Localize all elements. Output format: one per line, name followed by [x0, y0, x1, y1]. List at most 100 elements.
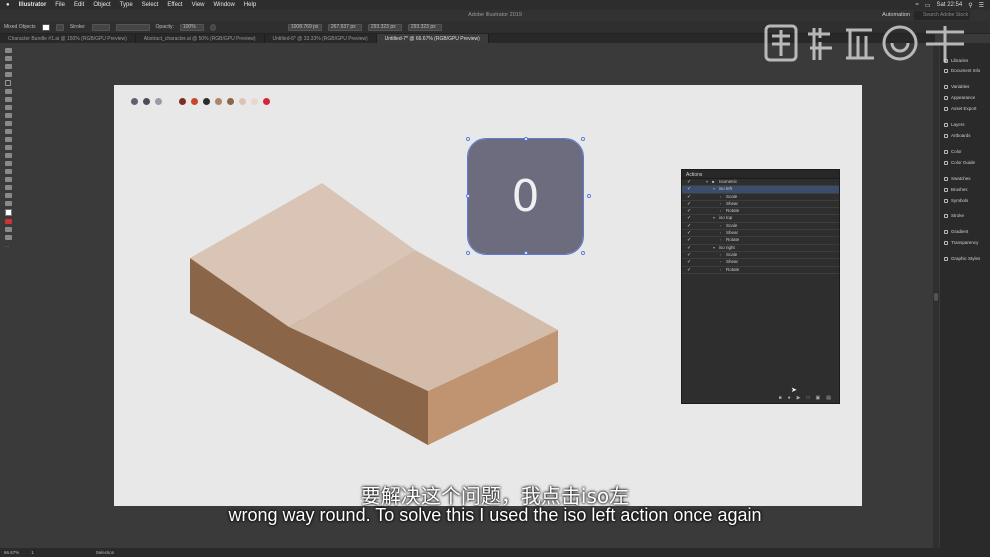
action-row-step[interactable]: ✓ › Scale [682, 252, 839, 260]
check-icon[interactable]: ✓ [687, 230, 691, 236]
disclosure-triangle-icon[interactable]: › [720, 252, 721, 258]
delete-icon[interactable]: ▤ [826, 395, 831, 401]
panel-stroke[interactable]: Stroke [944, 213, 964, 218]
artboard-navigator[interactable]: 1 [31, 550, 34, 555]
color-icon [944, 149, 948, 154]
action-row-step[interactable]: ✓ › Shear [682, 200, 839, 209]
selection-handle-bc[interactable] [524, 251, 528, 255]
panel-asset-export[interactable]: Asset Export [944, 106, 977, 111]
record-icon[interactable]: ● [788, 395, 791, 401]
actions-panel-title[interactable]: Actions [682, 170, 839, 179]
selection-handle-tr[interactable] [581, 137, 585, 141]
selection-handle-ml[interactable] [466, 194, 470, 198]
new-action-icon[interactable]: ▣ [816, 395, 821, 401]
action-label: iso right [719, 244, 735, 250]
check-icon[interactable]: ✓ [687, 179, 691, 185]
vertical-scrollbar[interactable] [933, 43, 939, 548]
panel-appearance[interactable]: Appearance [944, 95, 975, 100]
action-row-step[interactable]: ✓ › Shear [682, 230, 839, 238]
check-icon[interactable]: ✓ [687, 237, 691, 243]
disclosure-triangle-icon[interactable]: › [720, 208, 721, 214]
panel-layers[interactable]: Layers [944, 122, 965, 127]
action-row-step[interactable]: ✓ › Scale [682, 194, 839, 201]
stop-icon[interactable]: ■ [779, 395, 782, 401]
check-icon[interactable]: ✓ [687, 215, 691, 221]
swatches-icon [944, 176, 948, 181]
disclosure-triangle-icon[interactable]: ▾ [713, 186, 715, 192]
panel-color[interactable]: Color [944, 149, 962, 154]
panel-artboards[interactable]: Artboards [944, 133, 971, 138]
check-icon[interactable]: ✓ [687, 252, 691, 258]
action-row-set[interactable]: ✓ ▾ ■ Isometric [682, 179, 839, 187]
check-icon[interactable]: ✓ [687, 245, 691, 251]
action-label: Shear [726, 200, 739, 206]
panel-label: Color [951, 149, 962, 154]
check-icon[interactable]: ✓ [687, 208, 691, 214]
action-label: Shear [726, 230, 739, 236]
panel-label: Variables [951, 84, 970, 89]
disclosure-triangle-icon[interactable]: › [720, 267, 721, 273]
actions-footer: ■ ● ▶ □ ▣ ▤ [682, 393, 839, 403]
disclosure-triangle-icon[interactable]: › [720, 230, 721, 236]
panel-label: Artboards [951, 133, 971, 138]
gradient-icon [944, 229, 948, 234]
zoom-level[interactable]: 66.67% [4, 550, 19, 555]
disclosure-triangle-icon[interactable]: ▾ [706, 179, 708, 185]
panel-label: Document Info [951, 68, 981, 73]
panel-graphic-styles[interactable]: Graphic Styles [944, 256, 980, 261]
action-label: Rotate [726, 266, 740, 272]
disclosure-triangle-icon[interactable]: › [720, 259, 721, 265]
action-label: Isometric [719, 179, 738, 184]
actions-list: ✓ ▾ ■ Isometric ✓ ▾ iso left ✓ › Scale ✓ › Shear ✓ › Ro… [682, 179, 839, 274]
check-icon[interactable]: ✓ [687, 223, 691, 229]
check-icon[interactable]: ✓ [687, 186, 691, 192]
panel-label: Transparency [951, 240, 979, 245]
panel-variables[interactable]: Variables [944, 84, 969, 89]
new-set-icon[interactable]: □ [807, 395, 810, 401]
panel-document-info[interactable]: Document Info [944, 68, 980, 73]
action-label: iso top [719, 215, 733, 221]
panel-color-guide[interactable]: Color Guide [944, 160, 975, 165]
folder-icon: ■ [712, 179, 715, 184]
action-row-action[interactable]: ✓ ▾ iso top [682, 215, 839, 223]
selection-handle-tl[interactable] [466, 137, 470, 141]
check-icon[interactable]: ✓ [687, 194, 691, 200]
action-row-step[interactable]: ✓ › Shear [682, 259, 839, 267]
check-icon[interactable]: ✓ [687, 201, 691, 207]
selection-handle-tc[interactable] [524, 137, 528, 141]
graphic-styles-icon [944, 256, 948, 261]
panel-symbols[interactable]: Symbols [944, 198, 968, 203]
play-icon[interactable]: ▶ [797, 395, 801, 401]
selection-handle-bl[interactable] [466, 251, 470, 255]
action-row-step[interactable]: ✓ › Scale [682, 222, 839, 231]
color-guide-icon [944, 160, 948, 165]
document-info-icon [944, 68, 948, 73]
action-label: Scale [726, 222, 738, 228]
action-row-step[interactable]: ✓ › Rotate [682, 267, 839, 274]
panel-swatches[interactable]: Swatches [944, 176, 971, 181]
isometric-block[interactable] [0, 0, 990, 557]
disclosure-triangle-icon[interactable]: › [720, 237, 721, 243]
check-icon[interactable]: ✓ [687, 267, 691, 273]
asset-export-icon [944, 106, 948, 111]
selection-handle-mr[interactable] [587, 194, 591, 198]
panel-label: Swatches [951, 176, 971, 181]
panel-gradient[interactable]: Gradient [944, 229, 968, 234]
selection-handle-br[interactable] [581, 251, 585, 255]
check-icon[interactable]: ✓ [687, 259, 691, 265]
disclosure-triangle-icon[interactable]: › [720, 223, 721, 229]
vertical-scrollbar-thumb[interactable] [934, 293, 938, 301]
action-row-step[interactable]: ✓ › Rotate [682, 237, 839, 245]
disclosure-triangle-icon[interactable]: ▾ [713, 245, 715, 251]
action-row-action[interactable]: ✓ ▾ iso right [682, 245, 839, 252]
action-row-action[interactable]: ✓ ▾ iso left [682, 186, 839, 194]
panel-brushes[interactable]: Brushes [944, 187, 968, 192]
transparency-icon [944, 240, 948, 245]
disclosure-triangle-icon[interactable]: ▾ [713, 215, 715, 221]
action-row-step[interactable]: ✓ › Rotate [682, 208, 839, 216]
disclosure-triangle-icon[interactable]: › [720, 194, 721, 200]
action-label: Scale [726, 193, 738, 199]
disclosure-triangle-icon[interactable]: › [720, 201, 721, 207]
panel-transparency[interactable]: Transparency [944, 240, 978, 245]
selected-rounded-square[interactable]: 0 [467, 138, 584, 255]
